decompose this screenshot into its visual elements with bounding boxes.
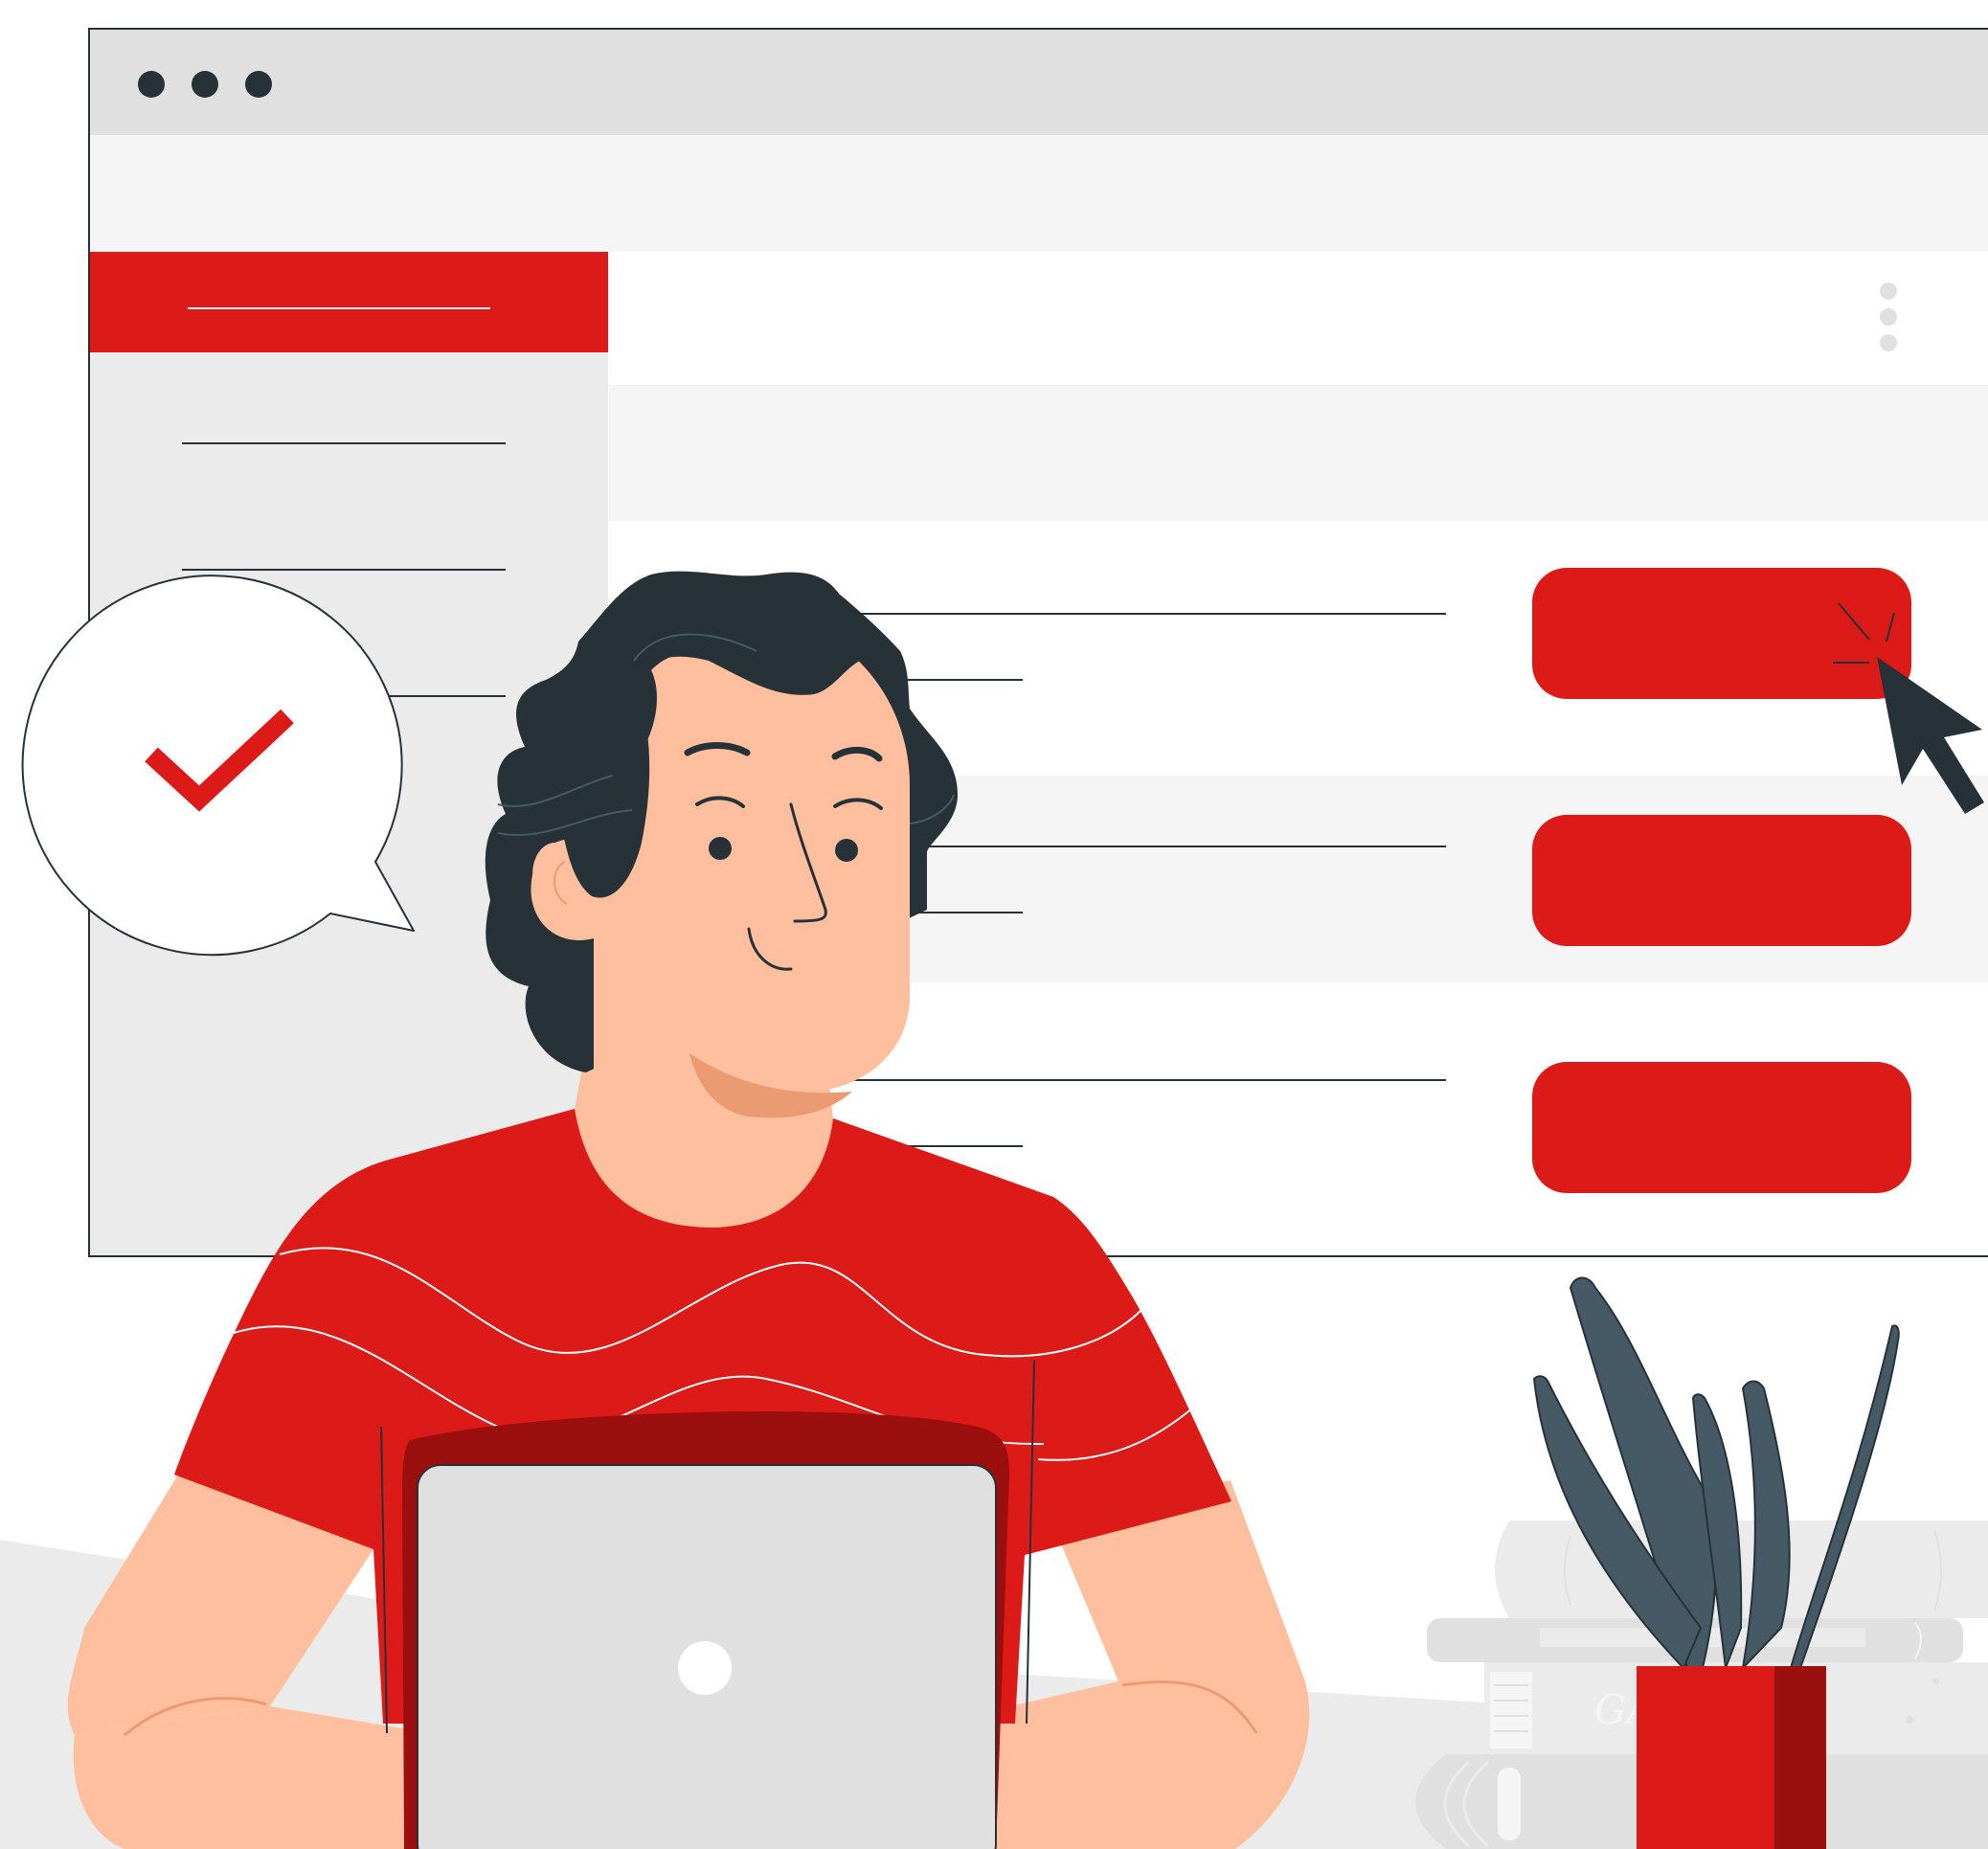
circle-logo-icon	[678, 1641, 732, 1695]
browser-window	[88, 28, 1988, 1257]
address-bar-area	[90, 135, 1988, 252]
action-button-1[interactable]	[1532, 568, 1911, 699]
sidebar-item-active[interactable]	[90, 252, 608, 352]
three-dots-icon[interactable]	[138, 71, 272, 98]
plant-pot	[1637, 1666, 1774, 1849]
illustration-svg: GA	[0, 28, 1988, 1849]
content-header-row	[609, 385, 1988, 521]
vertical-dots-icon[interactable]	[1880, 282, 1897, 351]
action-button-3[interactable]	[1532, 1062, 1911, 1193]
title-bar	[90, 30, 1988, 135]
illustration-canvas: GA	[0, 0, 1988, 1849]
action-button-2[interactable]	[1532, 815, 1911, 946]
laptop[interactable]	[380, 1359, 1035, 1849]
